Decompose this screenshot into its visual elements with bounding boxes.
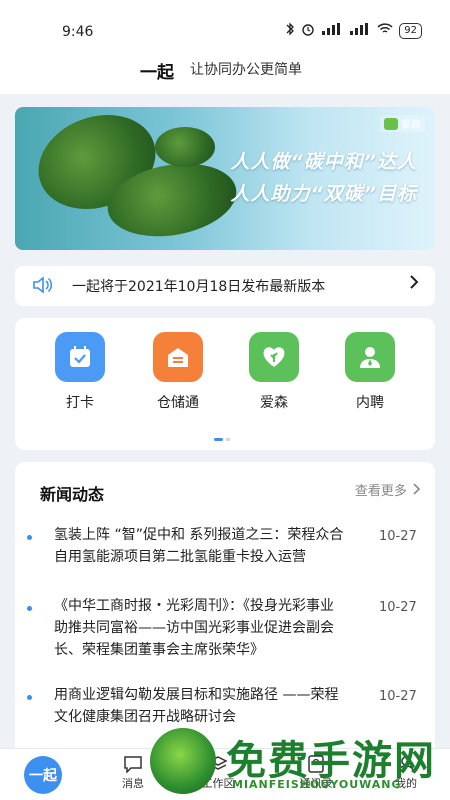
calendar-check-icon [55,332,105,382]
news-item[interactable]: 氢装上阵 “智”促中和 系列报道之三：荣程众合自用氢能源项目第二批氢能重卡投入运… [25,524,425,574]
quick-apps-panel: 打卡 仓储通 爱森 内聘 [15,318,435,450]
brand-slogan: 让协同办公更简单 [190,62,302,78]
bluetooth-icon [285,22,295,39]
warehouse-icon [153,332,203,382]
chevron-right-icon [413,483,421,495]
tab-label: 工作区 [201,777,235,790]
signal-icon [321,23,343,38]
banner-line-2: 人人助力“双碳”目标 [230,183,417,205]
heart-leaf-icon [249,332,299,382]
clock: 9:46 [62,24,94,40]
contacts-icon [286,753,346,775]
chat-icon [103,753,163,775]
bullet [27,695,32,700]
banner-line-1: 人人做“碳中和”达人 [230,151,417,173]
page-indicator [214,438,230,441]
status-icons: 92 [285,22,422,39]
bullet [27,535,32,540]
app-label: 爱森 [260,395,288,411]
tab-profile[interactable]: 我的 [376,753,436,791]
app-label: 仓储通 [157,395,199,411]
battery-indicator: 92 [399,22,422,39]
news-item[interactable]: 用商业逻辑勾勒发展目标和实施路径 ——荣程文化健康集团召开战略研讨会 10-27 [25,684,425,734]
layers-icon [188,753,248,775]
app-label: 打卡 [66,395,94,411]
news-title: 新闻动态 [40,485,105,504]
tab-label: 我的 [395,777,417,790]
news-item-date: 10-27 [379,689,417,704]
tab-label: 通讯录 [299,777,333,790]
news-item-title: 《中华工商时报・光彩周刊》：《投身光彩事业 助推共同富裕——访中国光彩事业促进会… [54,598,334,658]
notice-bar[interactable]: 一起将于2021年10月18日发布最新版本 [15,266,435,306]
news-item-date: 10-27 [379,529,417,544]
app-label: 内聘 [356,395,384,411]
aisen-badge: 爱森 [380,115,425,132]
app-clock-in[interactable]: 打卡 [45,332,115,412]
news-item-date: 10-27 [379,600,417,615]
bottom-tab-bar: 消息 工作区 通讯录 我的 [0,748,450,800]
notice-text: 一起将于2021年10月18日发布最新版本 [72,279,326,295]
tab-home[interactable]: 一起 [24,756,62,794]
app-internal-hiring[interactable]: 内聘 [335,332,405,412]
app-aisen[interactable]: 爱森 [239,332,309,412]
tab-workspace[interactable]: 工作区 [188,753,248,791]
news-item-title: 用商业逻辑勾勒发展目标和实施路径 ——荣程文化健康集团召开战略研讨会 [54,687,339,725]
tab-label: 消息 [122,777,144,790]
view-more-link[interactable]: 查看更多 [355,480,421,499]
wifi-icon [377,23,393,38]
alarm-icon [301,22,315,39]
person-icon [345,332,395,382]
profile-icon [376,753,436,775]
brand-logo: 一起 [140,63,174,83]
speaker-icon [32,276,53,298]
promo-banner[interactable]: 爱森 人人做“碳中和”达人 人人助力“双碳”目标 [15,107,435,250]
app-warehouse[interactable]: 仓储通 [143,332,213,412]
news-item[interactable]: 《中华工商时报・光彩周刊》：《投身光彩事业 助推共同富裕——访中国光彩事业促进会… [25,595,425,665]
tab-messages[interactable]: 消息 [103,753,163,791]
signal-icon-2 [349,23,371,38]
island-image [155,127,215,167]
bullet [27,606,32,611]
tab-contacts[interactable]: 通讯录 [286,753,346,791]
news-panel: 新闻动态 查看更多 氢装上阵 “智”促中和 系列报道之三：荣程众合自用氢能源项目… [15,462,435,762]
news-item-title: 氢装上阵 “智”促中和 系列报道之三：荣程众合自用氢能源项目第二批氢能重卡投入运… [54,527,344,565]
chevron-right-icon[interactable] [409,274,419,294]
